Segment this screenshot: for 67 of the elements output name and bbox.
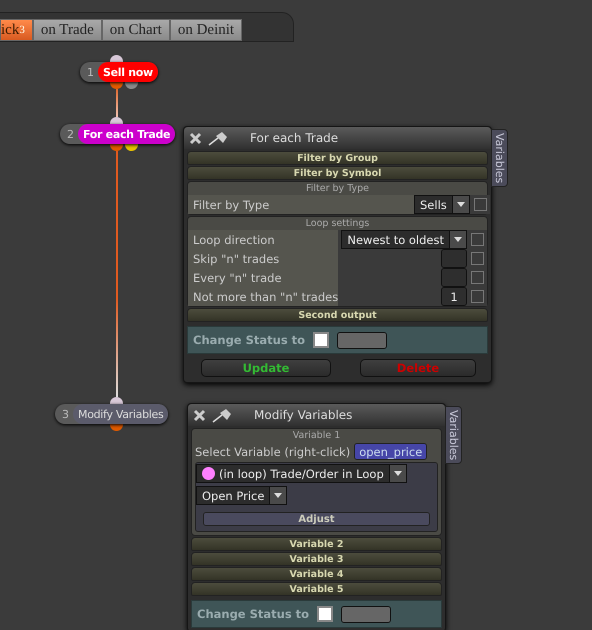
field-label: Select Variable (right-click) xyxy=(195,444,350,458)
dropdown[interactable]: Sells xyxy=(414,195,470,214)
section-header[interactable]: Filter by Group xyxy=(187,151,488,165)
flow-node[interactable]: 2 For each Trade xyxy=(60,124,176,144)
color-swatch[interactable] xyxy=(341,606,392,622)
input-port[interactable] xyxy=(110,397,123,404)
section-header[interactable]: Variable 3 xyxy=(191,552,442,566)
tab[interactable]: on Deinit xyxy=(170,19,242,41)
node-label: Sell now xyxy=(98,62,158,82)
caret-icon xyxy=(449,231,466,248)
input-field[interactable]: 1 xyxy=(441,287,467,306)
node-number: 2 xyxy=(67,128,74,140)
input-port[interactable] xyxy=(110,117,123,124)
caret-icon xyxy=(388,465,406,482)
checkbox[interactable] xyxy=(471,271,484,284)
node-number: 3 xyxy=(62,408,69,420)
panel-title: For each Trade xyxy=(250,131,338,145)
field-label: Not more than "n" trades xyxy=(188,287,338,306)
output-port[interactable] xyxy=(125,82,138,89)
node-label: For each Trade xyxy=(78,124,176,144)
variables-tab[interactable]: Variables xyxy=(491,129,508,188)
close-icon[interactable] xyxy=(193,408,206,422)
output-port[interactable] xyxy=(125,144,138,151)
adjust-button[interactable]: Adjust xyxy=(203,512,430,526)
field-label: Skip "n" trades xyxy=(188,249,338,268)
field-label: Loop direction xyxy=(188,230,338,249)
group-title: Filter by Type xyxy=(304,182,370,195)
dropdown[interactable]: (in loop) Trade/Order in Loop xyxy=(196,464,407,483)
status-label: Change Status to xyxy=(193,333,306,347)
group-title: Loop settings xyxy=(304,217,370,230)
variable-chip[interactable]: open_price xyxy=(354,443,428,460)
node-number: 1 xyxy=(87,66,94,78)
checkbox[interactable] xyxy=(474,198,487,211)
panel-title: Modify Variables xyxy=(254,408,352,422)
section-header[interactable]: Variable 4 xyxy=(191,567,442,581)
caret-icon xyxy=(269,487,286,504)
section-header[interactable]: Filter by Symbol xyxy=(187,166,488,180)
update-button[interactable]: Update xyxy=(201,359,331,377)
field-label: Every "n" trade xyxy=(188,268,338,287)
input-field[interactable] xyxy=(441,249,467,268)
variables-tab[interactable]: Variables xyxy=(445,406,462,464)
connector-line xyxy=(116,89,118,117)
color-swatch[interactable] xyxy=(337,332,388,348)
dropdown[interactable]: Newest to oldest xyxy=(341,230,467,249)
output-port[interactable] xyxy=(110,144,123,151)
status-label: Change Status to xyxy=(197,607,310,621)
input-field[interactable] xyxy=(441,268,467,287)
section-header[interactable]: Second output xyxy=(187,308,488,322)
section-header[interactable]: Variable 2 xyxy=(191,537,442,551)
flow-node[interactable]: 3 Modify Variables xyxy=(55,404,168,424)
flow-node[interactable]: 1 Sell now xyxy=(80,62,158,82)
section-header[interactable]: Variable 5 xyxy=(191,582,442,596)
input-port[interactable] xyxy=(110,55,123,62)
field-label: Filter by Type xyxy=(188,195,414,214)
checkbox[interactable] xyxy=(471,252,484,265)
output-port[interactable] xyxy=(110,424,123,431)
dropdown[interactable]: Open Price xyxy=(196,486,288,505)
checkbox[interactable] xyxy=(317,606,334,622)
node-label: Modify Variables xyxy=(73,404,168,424)
group-title: Variable 1 xyxy=(292,429,342,442)
tab[interactable]: on Chart xyxy=(102,19,170,41)
checkbox[interactable] xyxy=(471,233,484,246)
checkbox[interactable] xyxy=(313,332,330,348)
close-icon[interactable] xyxy=(189,132,202,144)
output-port[interactable] xyxy=(110,82,123,89)
checkbox[interactable] xyxy=(471,290,484,303)
tab[interactable]: on Trade xyxy=(32,19,102,41)
